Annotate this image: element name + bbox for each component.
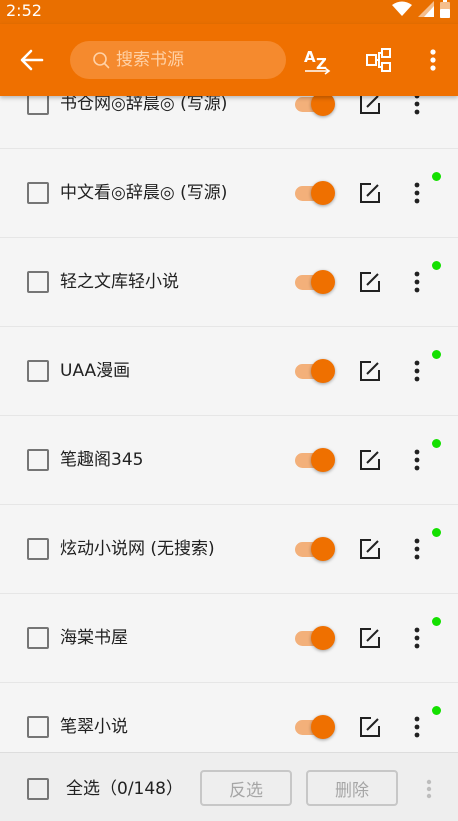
wifi-icon: [392, 1, 412, 21]
source-name: 海棠书屋: [60, 628, 128, 648]
sort-button[interactable]: A Z: [299, 42, 335, 78]
delete-button[interactable]: 删除: [306, 770, 398, 806]
select-checkbox[interactable]: [27, 538, 49, 560]
item-more-button[interactable]: [407, 357, 427, 385]
status-dot: [432, 261, 441, 270]
item-more-button[interactable]: [407, 179, 427, 207]
more-vert-icon: [426, 779, 432, 799]
status-dot: [432, 350, 441, 359]
selection-bar: 全选（0/148） 反选 删除: [0, 752, 458, 821]
edit-icon: [360, 183, 380, 203]
status-dot: [432, 172, 441, 181]
search-input[interactable]: 搜索书源: [70, 41, 286, 79]
svg-text:A: A: [304, 48, 316, 66]
search-icon: [92, 51, 110, 73]
item-more-button[interactable]: [407, 713, 427, 741]
search-placeholder: 搜索书源: [116, 50, 184, 70]
select-checkbox[interactable]: [27, 627, 49, 649]
enable-switch[interactable]: [295, 180, 337, 206]
status-dot: [432, 617, 441, 626]
edit-button[interactable]: [358, 359, 382, 383]
edit-button[interactable]: [358, 270, 382, 294]
more-vert-icon: [430, 49, 436, 71]
more-vert-icon: [414, 538, 420, 560]
battery-icon: [440, 0, 450, 22]
edit-button[interactable]: [358, 537, 382, 561]
edit-button[interactable]: [358, 626, 382, 650]
status-time: 2:52: [6, 1, 42, 20]
select-all-label[interactable]: 全选（0/148）: [66, 777, 183, 801]
selection-more-button[interactable]: [419, 777, 439, 801]
select-checkbox[interactable]: [27, 271, 49, 293]
enable-switch[interactable]: [295, 269, 337, 295]
edit-icon: [360, 450, 380, 470]
item-more-button[interactable]: [407, 535, 427, 563]
sort-az-icon: A Z: [304, 48, 331, 75]
edit-button[interactable]: [358, 181, 382, 205]
source-name: 笔翠小说: [60, 717, 128, 737]
item-more-button[interactable]: [407, 446, 427, 474]
list-item[interactable]: 轻之文库轻小说: [0, 238, 458, 327]
edit-icon: [360, 628, 380, 648]
source-name: 轻之文库轻小说: [60, 272, 179, 292]
list-item[interactable]: 炫动小说网 (无搜索): [0, 505, 458, 594]
more-vert-icon: [414, 627, 420, 649]
select-checkbox[interactable]: [27, 182, 49, 204]
list-item[interactable]: 海棠书屋: [0, 594, 458, 683]
source-name: UAA漫画: [60, 361, 131, 381]
source-name: 笔趣阁345: [60, 450, 144, 470]
more-menu-button[interactable]: [415, 42, 451, 78]
item-more-button[interactable]: [407, 268, 427, 296]
source-list: 书仓网◎辞晨◎ (写源) 中文看◎辞晨◎ (写源) 轻之文库轻小说 UAA漫画 …: [0, 60, 458, 772]
select-checkbox[interactable]: [27, 360, 49, 382]
status-dot: [432, 706, 441, 715]
more-vert-icon: [414, 271, 420, 293]
list-item[interactable]: UAA漫画: [0, 327, 458, 416]
more-vert-icon: [414, 182, 420, 204]
source-name: 炫动小说网 (无搜索): [60, 539, 215, 559]
edit-icon: [360, 717, 380, 737]
edit-button[interactable]: [358, 715, 382, 739]
back-button[interactable]: [14, 42, 50, 78]
select-checkbox[interactable]: [27, 93, 49, 115]
group-button[interactable]: [361, 42, 397, 78]
edit-icon: [360, 272, 380, 292]
arrow-left-icon: [20, 49, 44, 71]
status-bar: 2:52: [0, 0, 458, 24]
more-vert-icon: [414, 360, 420, 382]
status-dot: [432, 439, 441, 448]
edit-icon: [360, 361, 380, 381]
edit-button[interactable]: [358, 448, 382, 472]
list-item[interactable]: 中文看◎辞晨◎ (写源): [0, 149, 458, 238]
invert-selection-button[interactable]: 反选: [200, 770, 292, 806]
enable-switch[interactable]: [295, 625, 337, 651]
app-toolbar: 搜索书源 A Z: [0, 24, 458, 96]
status-dot: [432, 528, 441, 537]
more-vert-icon: [414, 716, 420, 738]
source-name: 中文看◎辞晨◎ (写源): [60, 183, 228, 203]
edit-icon: [360, 539, 380, 559]
enable-switch[interactable]: [295, 714, 337, 740]
list-item[interactable]: 笔趣阁345: [0, 416, 458, 505]
item-more-button[interactable]: [407, 624, 427, 652]
more-vert-icon: [414, 449, 420, 471]
signal-icon: [418, 1, 434, 21]
select-checkbox[interactable]: [27, 716, 49, 738]
select-all-checkbox[interactable]: [27, 778, 49, 800]
enable-switch[interactable]: [295, 447, 337, 473]
group-icon: [366, 48, 391, 72]
enable-switch[interactable]: [295, 358, 337, 384]
select-checkbox[interactable]: [27, 449, 49, 471]
enable-switch[interactable]: [295, 536, 337, 562]
